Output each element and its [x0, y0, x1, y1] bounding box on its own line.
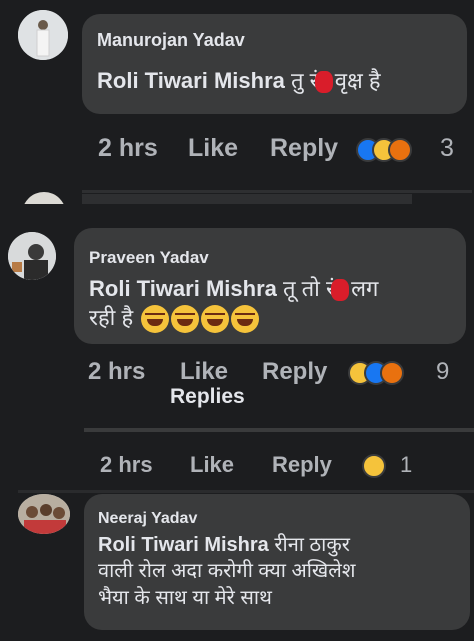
comment-text-part: लग — [345, 276, 379, 301]
comment-bubble: Neeraj Yadav Roli Tiwari Mishra रीना ठाक… — [84, 494, 470, 630]
comment-actions: 2 hrs Like Reply 3 — [98, 134, 468, 166]
angry-reaction-icon — [388, 138, 412, 162]
comment-text: Roli Tiwari Mishra तू तो रं लग रही है — [89, 274, 461, 334]
comment-text-part: भैया के साथ या मेरे साथ — [98, 586, 272, 609]
view-replies-link[interactable]: Replies — [170, 385, 245, 409]
comment-text: Roli Tiwari Mishra तु रं वृक्ष है — [97, 66, 381, 95]
divider — [84, 428, 474, 432]
mention-link[interactable]: Roli Tiwari Mishra — [89, 276, 277, 301]
reaction-count: 9 — [436, 358, 450, 385]
avatar-manurojan[interactable] — [18, 10, 68, 60]
comment-actions: 2 hrs Like Reply 1 — [100, 452, 440, 482]
mention-link[interactable]: Roli Tiwari Mishra — [98, 534, 269, 556]
reply-button[interactable]: Reply — [270, 134, 338, 163]
person-photo-icon — [18, 10, 68, 60]
timestamp: 2 hrs — [88, 358, 146, 385]
comment-text-part: वाली रोल अदा करोगी क्या अखिलेश — [98, 560, 356, 583]
comment-bubble: Manurojan Yadav Roli Tiwari Mishra तु रं… — [82, 14, 467, 114]
comment-author[interactable]: Neeraj Yadav — [98, 510, 197, 528]
comment-text-part: रीना ठाकुर — [274, 534, 350, 556]
reaction-count: 3 — [440, 134, 454, 162]
haha-reaction-icon[interactable] — [362, 454, 386, 478]
comment-actions: 2 hrs Like Reply 9 — [88, 358, 458, 390]
comment-author[interactable]: Manurojan Yadav — [97, 30, 245, 51]
comment-bubble: Praveen Yadav Roli Tiwari Mishra तू तो र… — [74, 228, 466, 344]
avatar-praveen[interactable] — [8, 232, 56, 280]
laughing-emoji-icon — [171, 305, 200, 334]
person-photo-icon — [8, 232, 56, 280]
like-button[interactable]: Like — [180, 358, 228, 386]
reply-button[interactable]: Reply — [272, 452, 332, 478]
timestamp: 2 hrs — [100, 452, 153, 477]
like-button[interactable]: Like — [188, 134, 238, 163]
laughing-emoji-icon — [201, 305, 230, 334]
reply-button[interactable]: Reply — [262, 358, 327, 386]
avatar-partial — [22, 192, 66, 204]
comment-text-part: वृक्ष है — [328, 68, 381, 93]
comment-author[interactable]: Praveen Yadav — [89, 248, 209, 268]
reactions-summary[interactable] — [356, 138, 436, 164]
mention-link[interactable]: Roli Tiwari Mishra — [97, 68, 285, 93]
laughing-emoji-icon — [141, 305, 170, 334]
comment-text-part: रही है — [89, 305, 134, 331]
reactions-summary[interactable] — [348, 361, 428, 387]
reaction-count: 1 — [400, 452, 413, 477]
comment-text-part: तू तो रं — [282, 276, 335, 301]
partial-action-row — [0, 190, 474, 204]
angry-reaction-icon — [380, 361, 404, 385]
divider — [18, 490, 474, 493]
like-button[interactable]: Like — [190, 452, 234, 478]
group-photo-icon — [18, 494, 70, 534]
comment-text: Roli Tiwari Mishra रीना ठाकुर वाली रोल अ… — [98, 532, 468, 611]
timestamp: 2 hrs — [98, 134, 158, 162]
divider — [82, 190, 472, 193]
avatar-neeraj[interactable] — [18, 494, 70, 534]
laughing-emoji-icon — [231, 305, 260, 334]
